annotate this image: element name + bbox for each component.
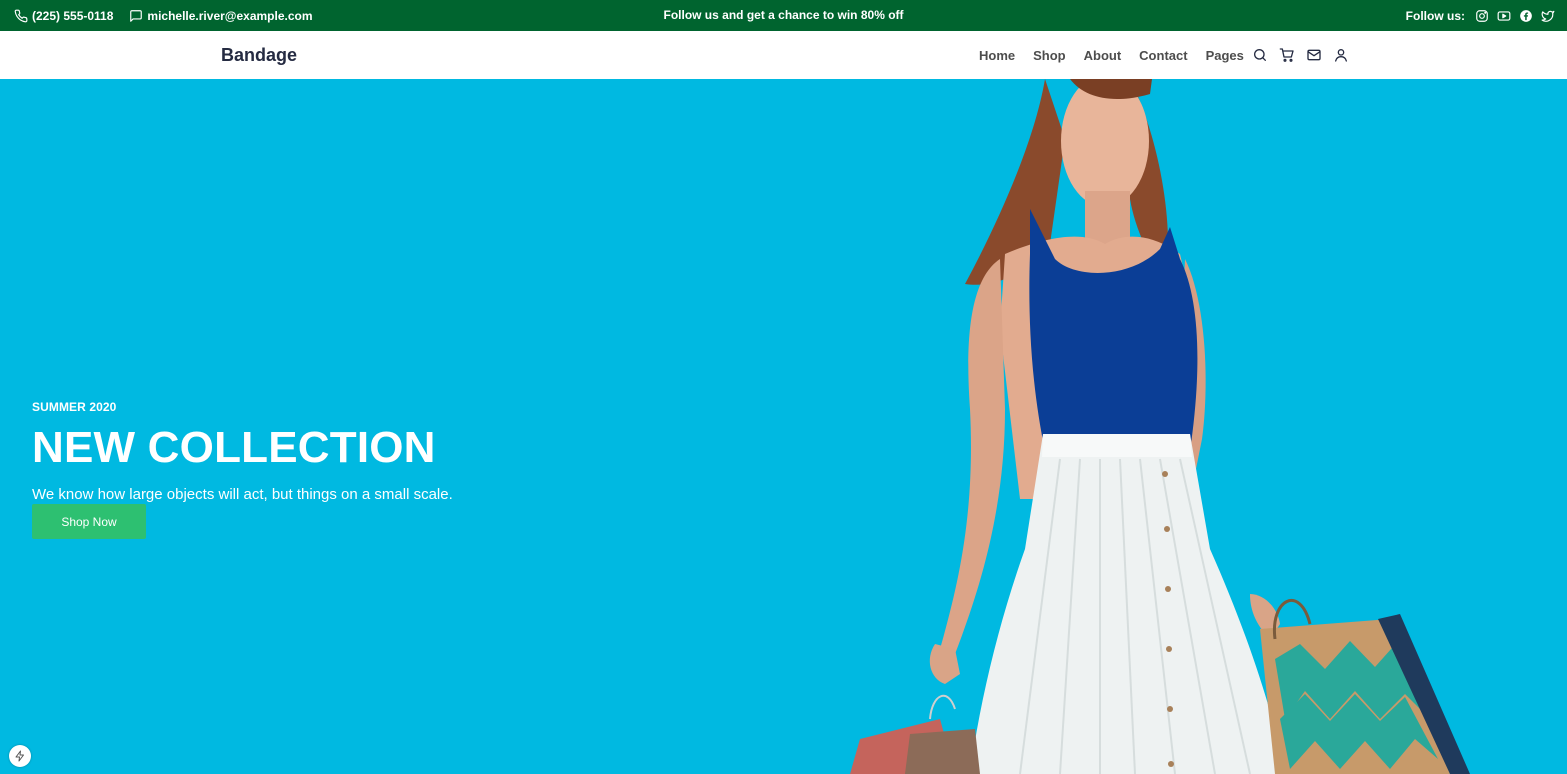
hero-model-image (850, 79, 1470, 774)
nav-item-about[interactable]: About (1084, 48, 1122, 63)
twitter-icon[interactable] (1541, 9, 1555, 23)
hero-text: SUMMER 2020 NEW COLLECTION We know how l… (32, 400, 453, 503)
hero-season: SUMMER 2020 (32, 400, 117, 414)
nav-icons (1252, 31, 1349, 79)
follow-label: Follow us: (1405, 8, 1465, 23)
dev-indicator-badge[interactable] (9, 745, 31, 767)
brand-logo[interactable]: Bandage (221, 31, 297, 79)
hero-section: SUMMER 2020 NEW COLLECTION We know how l… (0, 79, 1567, 774)
main-navbar: Bandage Home Shop About Contact Pages (0, 31, 1567, 79)
message-icon (129, 9, 143, 23)
nav-item-pages[interactable]: Pages (1206, 48, 1244, 63)
facebook-icon[interactable] (1519, 9, 1533, 23)
email-address: michelle.river@example.com (147, 8, 313, 23)
nav-item-home[interactable]: Home (979, 48, 1015, 63)
mail-icon[interactable] (1306, 47, 1322, 63)
hero-headline: NEW COLLECTION (32, 423, 436, 472)
lightning-icon (15, 750, 24, 762)
phone-contact[interactable]: (225) 555-0118 (14, 9, 113, 23)
instagram-icon[interactable] (1475, 9, 1489, 23)
search-icon[interactable] (1252, 47, 1268, 63)
cart-icon[interactable] (1279, 47, 1295, 63)
youtube-icon[interactable] (1497, 9, 1511, 23)
contact-info: (225) 555-0118 michelle.river@example.co… (14, 0, 313, 31)
nav-menu: Home Shop About Contact Pages (979, 31, 1244, 79)
top-promo-bar: (225) 555-0118 michelle.river@example.co… (0, 0, 1567, 31)
email-contact[interactable]: michelle.river@example.com (129, 8, 313, 23)
nav-item-shop[interactable]: Shop (1033, 48, 1066, 63)
social-links: Follow us: (1406, 0, 1555, 31)
hero-subtitle: We know how large objects will act, but … (32, 486, 453, 503)
shop-now-button[interactable]: Shop Now (32, 504, 146, 539)
user-icon[interactable] (1333, 47, 1349, 63)
nav-item-contact[interactable]: Contact (1139, 48, 1187, 63)
phone-icon (14, 9, 28, 23)
phone-number: (225) 555-0118 (32, 8, 114, 23)
